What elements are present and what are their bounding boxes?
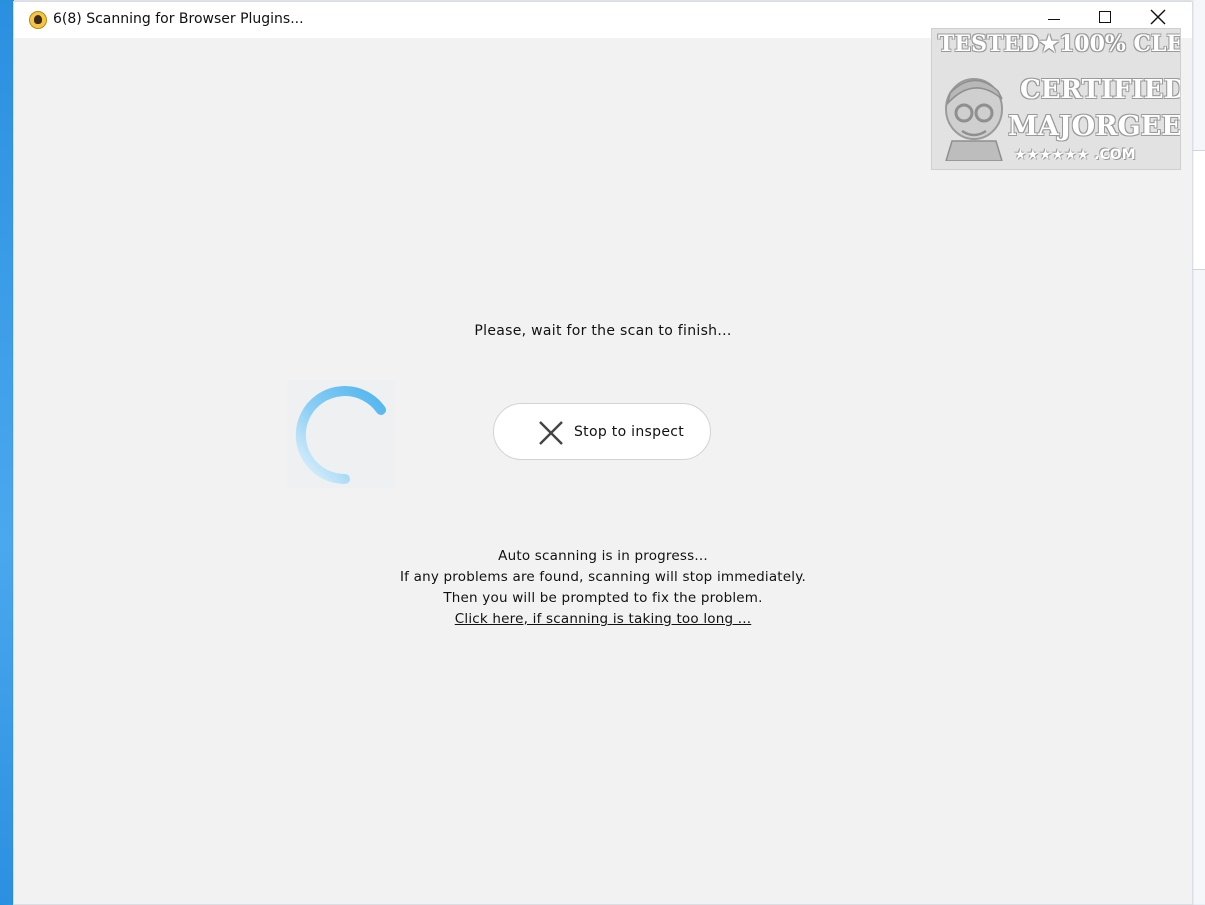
spinner-arc-icon (295, 386, 386, 485)
scan-window: 6(8) Scanning for Browser Plugins... Ple… (13, 1, 1193, 905)
desktop-left-edge (0, 0, 14, 904)
majorgeeks-watermark: TESTED★100% CLEAN CERTIFIED MAJORGEEKS ★… (931, 28, 1181, 170)
mascot-icon (945, 78, 1003, 161)
desktop-right-edge (1191, 0, 1205, 904)
watermark-tested: TESTED★100% CLEAN (938, 31, 1180, 57)
watermark-certified: CERTIFIED (1020, 75, 1181, 105)
scan-too-long-link[interactable]: Click here, if scanning is taking too lo… (455, 611, 752, 627)
window-title: 6(8) Scanning for Browser Plugins... (53, 11, 304, 27)
info-line: Then you will be prompted to fix the pro… (443, 590, 763, 606)
info-line: If any problems are found, scanning will… (399, 569, 806, 585)
close-icon (539, 421, 563, 445)
wait-message: Please, wait for the scan to finish... (474, 323, 732, 339)
stop-to-inspect-button[interactable]: Stop to inspect (493, 403, 711, 460)
stop-button-label: Stop to inspect (574, 424, 685, 440)
info-line: Auto scanning is in progress... (498, 548, 708, 564)
loading-spinner (287, 380, 395, 488)
watermark-domain: ★★★★★★ .COM (1014, 147, 1136, 163)
close-icon (1150, 9, 1166, 25)
maximize-icon (1099, 11, 1111, 23)
app-icon (29, 11, 47, 29)
scan-info: Auto scanning is in progress... If any p… (24, 546, 1182, 630)
background-window-strip (1191, 150, 1205, 270)
minimize-icon (1048, 18, 1060, 20)
watermark-brand: MAJORGEEKS (1008, 111, 1181, 142)
